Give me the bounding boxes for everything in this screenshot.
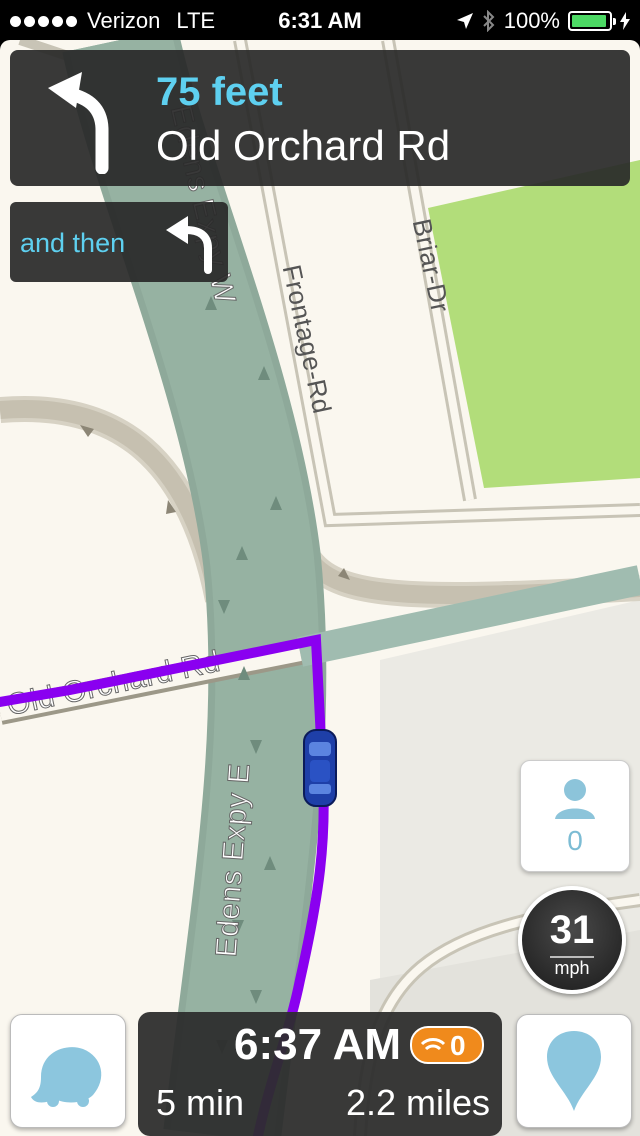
battery-percent: 100% — [503, 8, 560, 33]
eta-arrival-time: 6:37 AM — [234, 1020, 402, 1069]
menu-button[interactable] — [10, 1014, 126, 1128]
turn-left-arrow-icon — [48, 72, 109, 174]
location-arrow-icon — [456, 13, 473, 29]
nearby-users-count: 0 — [567, 825, 583, 856]
search-destination-button[interactable] — [516, 1014, 632, 1128]
reports-count: 0 — [450, 1030, 466, 1061]
car-icon — [303, 729, 337, 807]
reports-badge[interactable]: 0 — [410, 1026, 484, 1064]
charging-icon — [620, 12, 630, 30]
next-turn-left-icon — [166, 216, 212, 274]
person-icon — [555, 779, 595, 819]
eta-distance: 2.2 miles — [345, 1082, 490, 1123]
bluetooth-icon — [483, 10, 495, 32]
eta-panel[interactable]: 6:37 AM 0 5 min 2.2 miles — [138, 1012, 502, 1136]
next-instruction-label: and then — [20, 228, 126, 258]
nearby-users-button[interactable]: 0 — [520, 760, 630, 872]
wifi-signal-icon — [420, 1038, 446, 1051]
status-bar: Verizon LTE 6:31 AM 100% — [0, 0, 640, 40]
speed-value: 31 — [549, 908, 595, 952]
speedometer: 31 mph — [518, 886, 626, 994]
turn-instruction-card[interactable]: 75 feet Old Orchard Rd — [10, 50, 630, 186]
battery-icon — [568, 11, 616, 31]
status-right: 100% — [456, 8, 630, 34]
turn-distance: 75 feet — [156, 70, 283, 114]
map-pin-icon — [547, 1031, 601, 1111]
turn-street-name: Old Orchard Rd — [156, 122, 451, 169]
speed-unit: mph — [554, 958, 590, 978]
waze-logo-icon — [31, 1047, 102, 1107]
next-instruction-card[interactable]: and then — [10, 202, 228, 282]
eta-minutes: 5 min — [156, 1082, 245, 1123]
